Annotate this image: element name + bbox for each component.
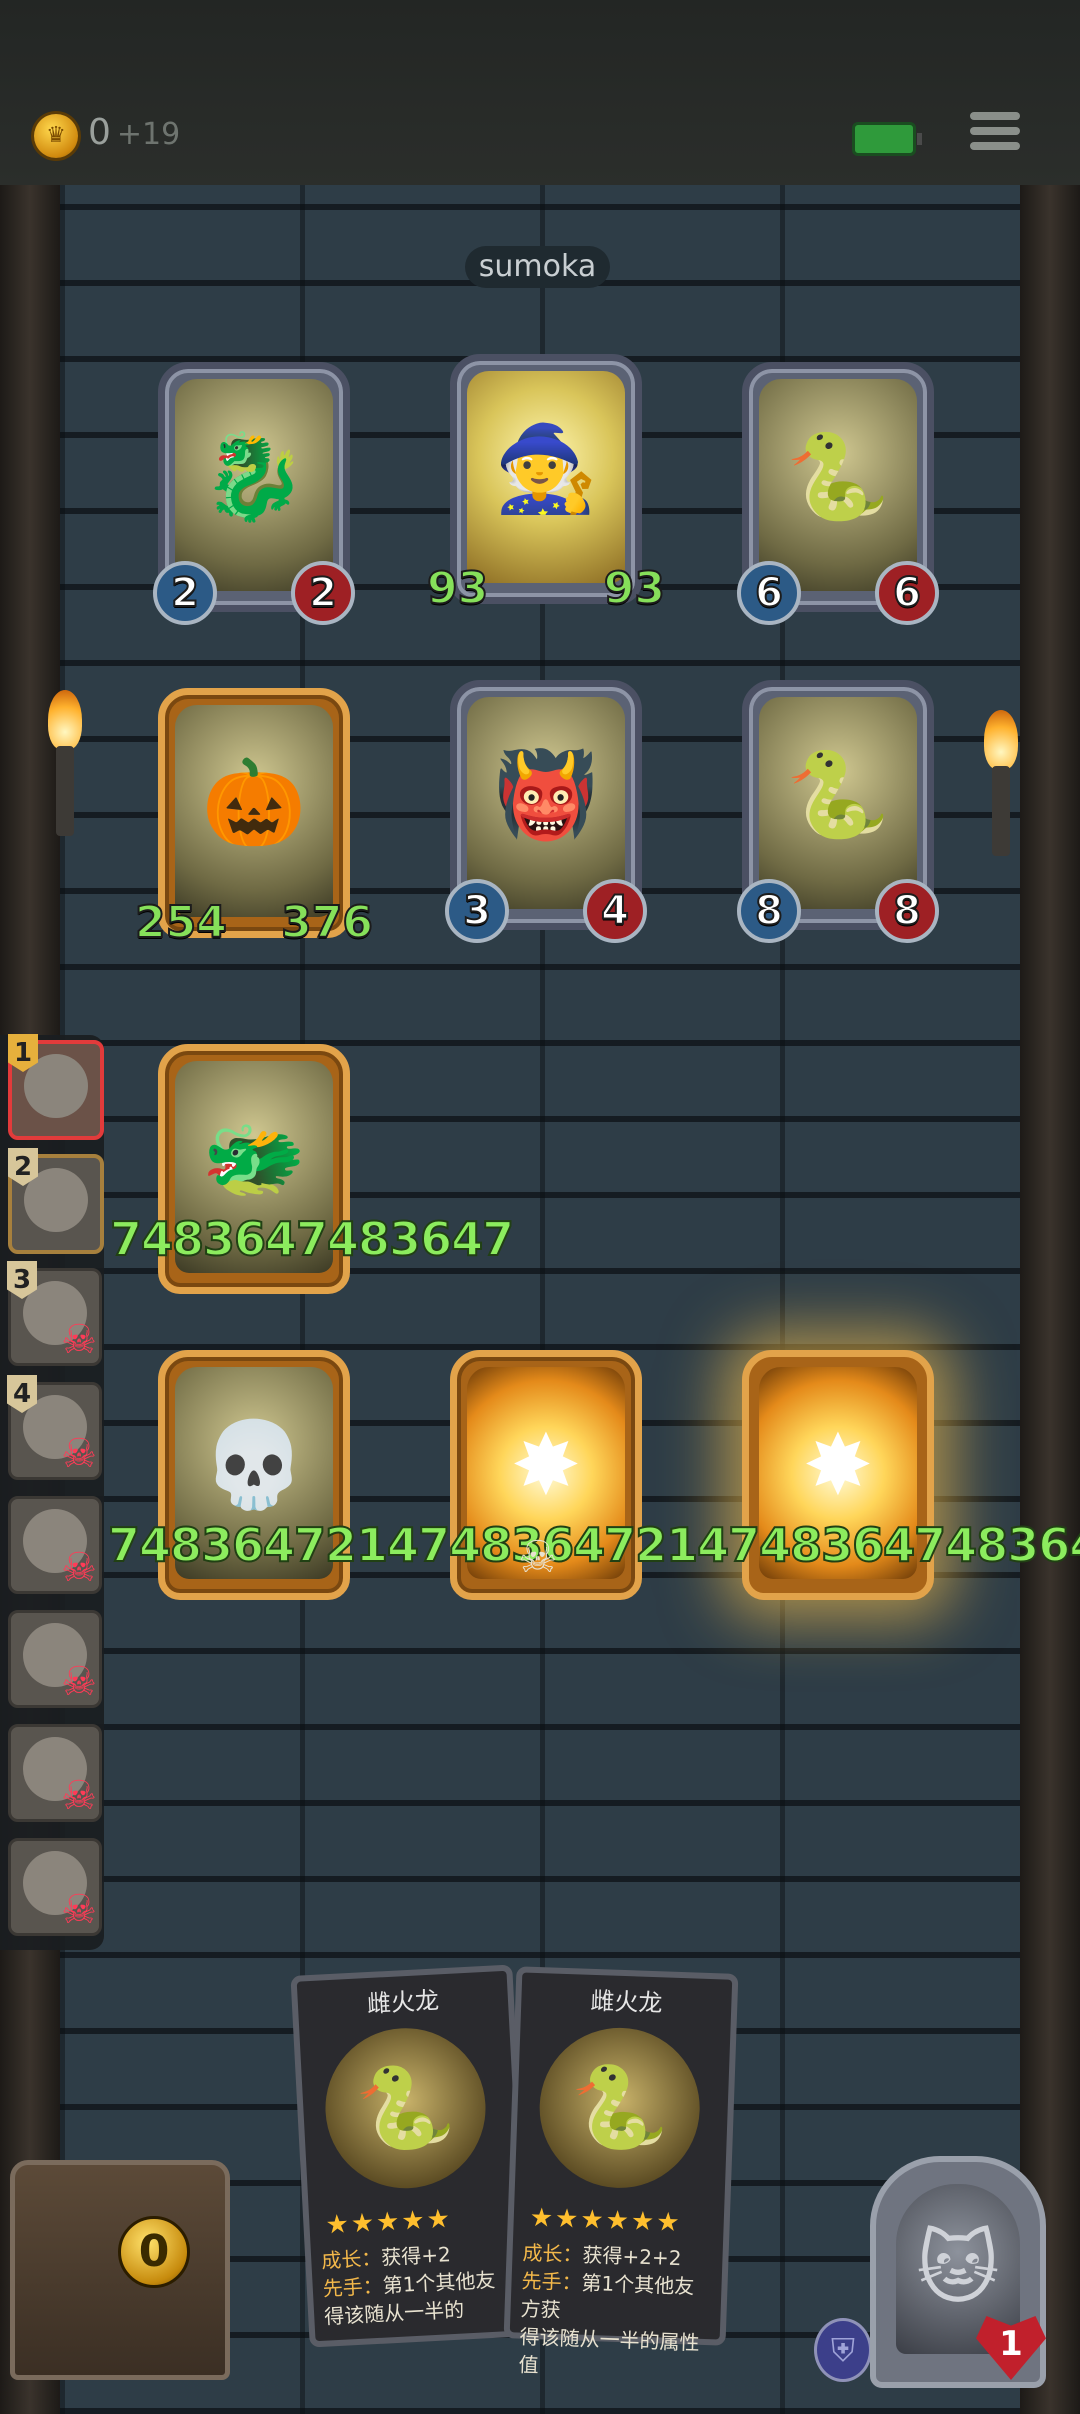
right-pillar	[1020, 185, 1080, 2414]
eliminated-skull-icon: ☠	[61, 1431, 97, 1477]
torch-right-icon	[966, 710, 1036, 860]
overflow-stat-text: 7483647483647	[109, 1211, 515, 1267]
attack-stat: 2	[153, 561, 217, 625]
health-stat: 2	[291, 561, 355, 625]
enemy-minion-5[interactable]: 👹 3 4	[445, 680, 647, 943]
serpent-icon: 🐍	[785, 427, 891, 526]
torch-left-icon	[30, 690, 100, 840]
battery-icon	[852, 122, 922, 156]
overflow-stat-row-text: 748364721474836472147483647483647	[107, 1517, 1080, 1573]
star-rating: ★★★★★★	[529, 2202, 683, 2239]
dragon-icon: 🐲	[201, 1109, 307, 1208]
card-title: 雌火龙	[366, 1986, 440, 2019]
menu-icon[interactable]	[970, 112, 1020, 158]
pumpkin-icon: 🎃	[201, 753, 307, 852]
explosion-icon: ✸	[510, 1415, 582, 1514]
card-description: 成长：获得+2+2 先手：第1个其他友方获 得该随从一半的属性值	[518, 2240, 700, 2378]
serpent-icon: 🐍	[785, 745, 891, 844]
enemy-minion-2[interactable]: 🧙 93 93	[426, 354, 666, 615]
attack-stat: 8	[737, 879, 801, 943]
eliminated-skull-icon: ☠	[61, 1887, 97, 1933]
roster-slot-2[interactable]: 2	[8, 1148, 104, 1254]
shop-chest-button[interactable]	[10, 2160, 230, 2380]
attack-stat: 6	[737, 561, 801, 625]
enemy-minion-6[interactable]: 🐍 8 8	[737, 680, 939, 943]
serpent-icon: 🐍	[568, 2059, 672, 2156]
shop-coin-counter: 0	[118, 2216, 190, 2288]
enemy-minion-4[interactable]: 🎃 254 376	[134, 688, 374, 949]
gold-value: 0	[88, 112, 111, 153]
hand-card-2[interactable]: 雌火龙 🐍 ★★★★★★ 成长：获得+2+2 先手：第1个其他友方获 得该随从一…	[503, 1966, 739, 2377]
card-title: 雌火龙	[589, 1986, 663, 2018]
crown-coin-icon: ♛	[34, 114, 78, 158]
health-stat: 8	[875, 879, 939, 943]
health-stat: 6	[875, 561, 939, 625]
attack-stat: 3	[445, 879, 509, 943]
reaper-icon: 💀	[201, 1415, 307, 1514]
enemy-minion-1[interactable]: 🐉 2 2	[153, 362, 355, 625]
opponent-name: sumoka	[465, 246, 610, 288]
health-stat: 376	[280, 896, 374, 949]
eliminated-skull-icon: ☠	[61, 1659, 97, 1705]
attack-stat: 254	[134, 896, 228, 949]
wizard-icon: 🧙	[493, 419, 599, 518]
roster-slot-3[interactable]: 3 ☠	[7, 1261, 102, 1366]
dragon-icon: 🐉	[201, 427, 307, 526]
gold-counter: 0 +19	[88, 112, 180, 153]
health-stat: 4	[583, 879, 647, 943]
enemy-minion-3[interactable]: 🐍 6 6	[737, 362, 939, 625]
skull-icon: ☠	[518, 1532, 558, 1583]
attack-stat: 93	[426, 562, 489, 615]
hand-card-1[interactable]: 雌火龙 🐍 ★★★★★ 成长：获得+2 先手：第1个其他友 得该随从一半的	[290, 1964, 532, 2348]
serpent-icon: 🐍	[353, 2058, 458, 2157]
eliminated-skull-icon: ☠	[61, 1773, 97, 1819]
roster-slot-1[interactable]: 1	[8, 1034, 104, 1140]
card-art: 🐍	[321, 2024, 490, 2193]
card-description: 成长：获得+2 先手：第1个其他友 得该随从一半的	[320, 2242, 496, 2329]
eliminated-skull-icon: ☠	[61, 1317, 97, 1363]
top-bar: ♛ 0 +19	[0, 0, 1080, 189]
star-rating: ★★★★★	[324, 2203, 453, 2241]
roster-slot-6[interactable]: ☠	[8, 1610, 102, 1708]
gold-gain: +19	[116, 117, 181, 152]
roster-slot-5[interactable]: ☠	[8, 1496, 102, 1594]
eliminated-skull-icon: ☠	[61, 1545, 97, 1591]
explosion-icon: ✸	[802, 1415, 874, 1514]
health-stat: 93	[603, 562, 666, 615]
demon-icon: 👹	[493, 745, 599, 844]
card-art: 🐍	[536, 2025, 703, 2191]
roster-slot-8[interactable]: ☠	[8, 1838, 102, 1936]
roster-slot-4[interactable]: 4 ☠	[7, 1375, 102, 1480]
shield-icon[interactable]: ⛨	[814, 2318, 872, 2382]
roster-slot-7[interactable]: ☠	[8, 1724, 102, 1822]
